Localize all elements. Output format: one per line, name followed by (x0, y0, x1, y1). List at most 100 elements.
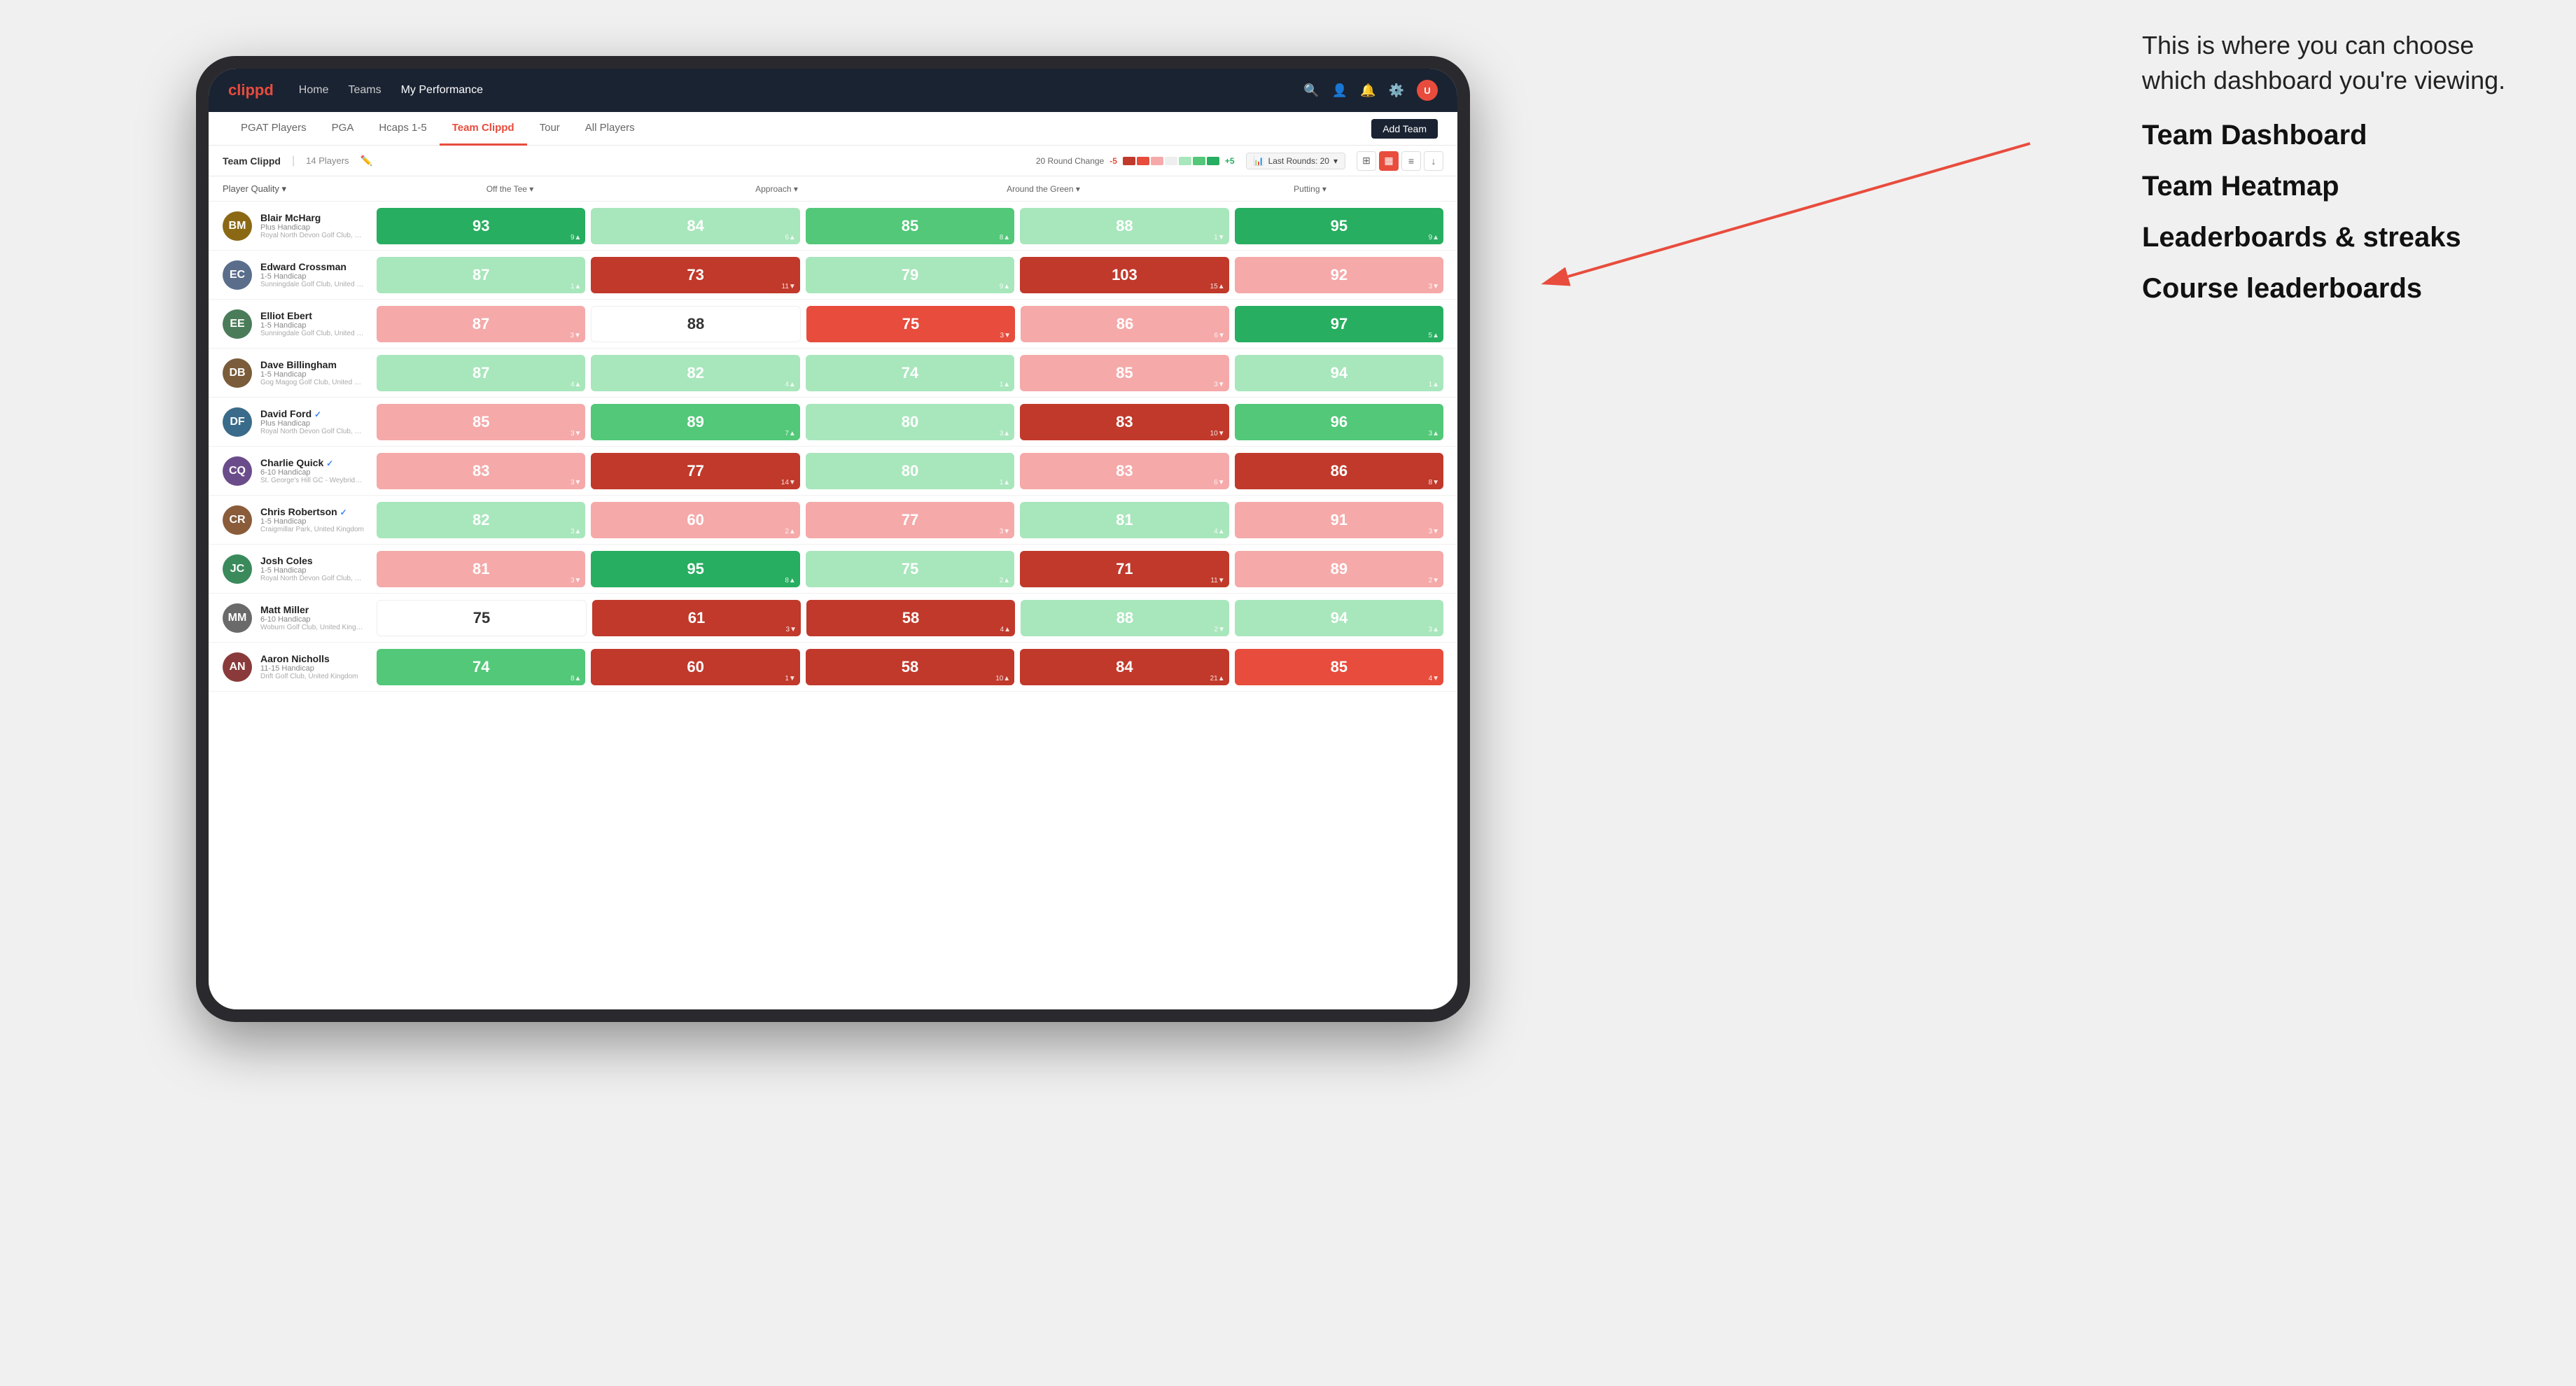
stat-cell: 85 3▼ (377, 404, 585, 440)
round-change-label: 20 Round Change (1036, 156, 1104, 166)
bell-icon[interactable]: 🔔 (1360, 83, 1376, 98)
subnav-team-clippd[interactable]: Team Clippd (440, 112, 527, 146)
stat-cell: 81 4▲ (1020, 502, 1228, 538)
stat-value: 61 (688, 609, 705, 627)
table-row[interactable]: DF David Ford ✓ Plus Handicap Royal Nort… (209, 398, 1457, 447)
stat-cells: 87 1▲ 73 11▼ 79 9▲ 103 15▲ 92 3▼ (377, 257, 1443, 293)
player-info[interactable]: DB Dave Billingham 1-5 Handicap Gog Mago… (223, 358, 377, 388)
player-handicap: Plus Handicap (260, 223, 365, 232)
table-row[interactable]: BM Blair McHarg Plus Handicap Royal Nort… (209, 202, 1457, 251)
nav-my-performance[interactable]: My Performance (401, 84, 483, 97)
stat-value: 85 (1331, 658, 1348, 676)
table-row[interactable]: CR Chris Robertson ✓ 1-5 Handicap Craigm… (209, 496, 1457, 545)
stat-change: 3▼ (1214, 381, 1224, 388)
player-name: Edward Crossman (260, 261, 365, 272)
stat-cell: 77 14▼ (591, 453, 799, 489)
person-icon[interactable]: 👤 (1332, 83, 1348, 98)
last-rounds-label: Last Rounds: 20 (1268, 156, 1329, 166)
stat-change: 9▲ (1000, 283, 1010, 290)
heatmap-seg-4 (1165, 157, 1177, 165)
user-avatar[interactable]: U (1417, 80, 1438, 101)
player-info[interactable]: CQ Charlie Quick ✓ 6-10 Handicap St. Geo… (223, 456, 377, 486)
list-view-button[interactable]: ≡ (1401, 151, 1421, 171)
player-info[interactable]: JC Josh Coles 1-5 Handicap Royal North D… (223, 554, 377, 584)
player-info[interactable]: BM Blair McHarg Plus Handicap Royal Nort… (223, 211, 377, 241)
stat-cell: 88 (591, 306, 801, 342)
stat-change: 1▲ (570, 283, 581, 290)
stat-cell: 85 3▼ (1020, 355, 1228, 391)
around-green-header[interactable]: Around the Green ▾ (910, 184, 1177, 194)
settings-icon[interactable]: ⚙️ (1389, 83, 1404, 98)
table-row[interactable]: EE Elliot Ebert 1-5 Handicap Sunningdale… (209, 300, 1457, 349)
stat-value: 95 (1331, 217, 1348, 235)
player-avatar: DF (223, 407, 252, 437)
nav-icons: 🔍 👤 🔔 ⚙️ U (1303, 80, 1438, 101)
stat-change: 3▼ (570, 577, 581, 584)
nav-home[interactable]: Home (299, 84, 329, 97)
stat-change: 7▲ (785, 430, 795, 438)
stat-value: 71 (1116, 560, 1133, 578)
stat-change: 8▲ (570, 675, 581, 682)
off-tee-header[interactable]: Off the Tee ▾ (377, 184, 643, 194)
stat-change: 4▼ (1429, 675, 1439, 682)
subnav-all-players[interactable]: All Players (573, 112, 648, 146)
download-button[interactable]: ↓ (1424, 151, 1443, 171)
stat-change: 3▼ (1000, 528, 1010, 536)
stat-cells: 85 3▼ 89 7▲ 80 3▲ 83 10▼ 96 3▲ (377, 404, 1443, 440)
player-info[interactable]: AN Aaron Nicholls 11-15 Handicap Drift G… (223, 652, 377, 682)
nav-teams[interactable]: Teams (348, 84, 381, 97)
stat-cell: 77 3▼ (806, 502, 1014, 538)
subnav-pga[interactable]: PGA (319, 112, 367, 146)
subnav-hcaps[interactable]: Hcaps 1-5 (366, 112, 439, 146)
subnav-pgat[interactable]: PGAT Players (228, 112, 319, 146)
table-row[interactable]: AN Aaron Nicholls 11-15 Handicap Drift G… (209, 643, 1457, 692)
player-club: Craigmillar Park, United Kingdom (260, 526, 364, 533)
table-row[interactable]: MM Matt Miller 6-10 Handicap Woburn Golf… (209, 594, 1457, 643)
player-info[interactable]: MM Matt Miller 6-10 Handicap Woburn Golf… (223, 603, 377, 633)
player-quality-header[interactable]: Player Quality ▾ (223, 183, 377, 195)
stat-cell: 87 3▼ (377, 306, 585, 342)
add-team-button[interactable]: Add Team (1371, 119, 1438, 139)
player-info[interactable]: DF David Ford ✓ Plus Handicap Royal Nort… (223, 407, 377, 437)
stat-cell: 87 1▲ (377, 257, 585, 293)
heatmap-view-button[interactable]: ▦ (1379, 151, 1399, 171)
table-row[interactable]: CQ Charlie Quick ✓ 6-10 Handicap St. Geo… (209, 447, 1457, 496)
stat-value: 60 (687, 511, 704, 529)
approach-header[interactable]: Approach ▾ (643, 184, 910, 194)
player-handicap: 1-5 Handicap (260, 517, 364, 526)
stat-cell: 82 4▲ (591, 355, 799, 391)
stat-change: 3▲ (570, 528, 581, 536)
stat-cell: 61 3▼ (592, 600, 801, 636)
stat-change: 2▲ (1000, 577, 1010, 584)
player-handicap: 6-10 Handicap (260, 615, 365, 624)
heatmap-seg-2 (1137, 157, 1149, 165)
stat-change: 9▲ (570, 234, 581, 241)
search-icon[interactable]: 🔍 (1303, 83, 1319, 98)
stat-value: 83 (1116, 413, 1133, 431)
player-info[interactable]: EC Edward Crossman 1-5 Handicap Sunningd… (223, 260, 377, 290)
grid-view-button[interactable]: ⊞ (1357, 151, 1376, 171)
edit-team-icon[interactable]: ✏️ (360, 155, 372, 167)
table-row[interactable]: EC Edward Crossman 1-5 Handicap Sunningd… (209, 251, 1457, 300)
player-name: Chris Robertson ✓ (260, 506, 364, 517)
separator: | (292, 155, 295, 167)
player-info[interactable]: EE Elliot Ebert 1-5 Handicap Sunningdale… (223, 309, 377, 339)
stat-value: 74 (472, 658, 489, 676)
stat-value: 81 (1116, 511, 1133, 529)
stat-cell: 84 6▲ (591, 208, 799, 244)
last-rounds-button[interactable]: 📊 Last Rounds: 20 ▾ (1246, 153, 1345, 169)
subnav-tour[interactable]: Tour (527, 112, 573, 146)
stat-change: 3▼ (1429, 283, 1439, 290)
player-info[interactable]: CR Chris Robertson ✓ 1-5 Handicap Craigm… (223, 505, 377, 535)
round-change-section: 20 Round Change -5 +5 (1036, 156, 1235, 166)
stat-value: 93 (472, 217, 489, 235)
putting-header[interactable]: Putting ▾ (1177, 184, 1443, 194)
stat-change: 3▼ (1000, 332, 1011, 340)
stat-value: 94 (1331, 609, 1348, 627)
player-details: Chris Robertson ✓ 1-5 Handicap Craigmill… (260, 506, 364, 533)
stat-cell: 94 3▲ (1235, 600, 1443, 636)
stat-value: 77 (687, 462, 704, 480)
table-row[interactable]: DB Dave Billingham 1-5 Handicap Gog Mago… (209, 349, 1457, 398)
stat-cell: 74 8▲ (377, 649, 585, 685)
table-row[interactable]: JC Josh Coles 1-5 Handicap Royal North D… (209, 545, 1457, 594)
